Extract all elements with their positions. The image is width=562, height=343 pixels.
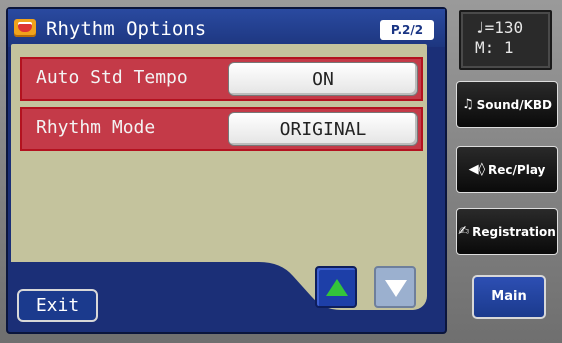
measure-value: M: 1 bbox=[475, 38, 514, 57]
tempo-display: ♩=130 M: 1 bbox=[459, 10, 552, 70]
speaker-icon: ◀◊ bbox=[468, 162, 486, 177]
arrow-up-icon[interactable] bbox=[315, 266, 357, 308]
drum-icon bbox=[14, 19, 36, 37]
rec-play-button[interactable]: ◀◊ Rec/Play bbox=[456, 146, 558, 193]
registration-label: Registration bbox=[472, 224, 556, 239]
sound-kbd-label: Sound/KBD bbox=[476, 97, 552, 112]
page-title: Rhythm Options bbox=[46, 18, 207, 40]
setting-label: Auto Std Tempo bbox=[36, 67, 188, 88]
auto-std-tempo-button[interactable]: ON bbox=[228, 62, 418, 96]
tempo-value: ♩=130 bbox=[475, 18, 524, 37]
instrument-panel: Rhythm Options P.2/2 Auto Std Tempo ON R… bbox=[0, 0, 562, 343]
setting-row-auto-std-tempo: Auto Std Tempo ON bbox=[20, 57, 423, 101]
title-bar: Rhythm Options P.2/2 bbox=[8, 9, 445, 47]
main-button[interactable]: Main bbox=[472, 275, 546, 319]
rhythm-mode-button[interactable]: ORIGINAL bbox=[228, 112, 418, 146]
sound-kbd-button[interactable]: ♫ Sound/KBD bbox=[456, 81, 558, 128]
setting-row-rhythm-mode: Rhythm Mode ORIGINAL bbox=[20, 107, 423, 151]
setting-label: Rhythm Mode bbox=[36, 117, 156, 138]
arrow-down-icon[interactable] bbox=[374, 266, 416, 308]
music-note-icon: ♫ bbox=[461, 97, 474, 112]
exit-button[interactable]: Exit bbox=[17, 289, 98, 322]
page-indicator: P.2/2 bbox=[380, 20, 434, 40]
registration-button[interactable]: ✍ Registration bbox=[456, 208, 558, 255]
rec-play-label: Rec/Play bbox=[488, 162, 546, 177]
settings-list: Auto Std Tempo ON Rhythm Mode ORIGINAL bbox=[20, 57, 423, 157]
registration-icon: ✍ bbox=[458, 224, 470, 239]
